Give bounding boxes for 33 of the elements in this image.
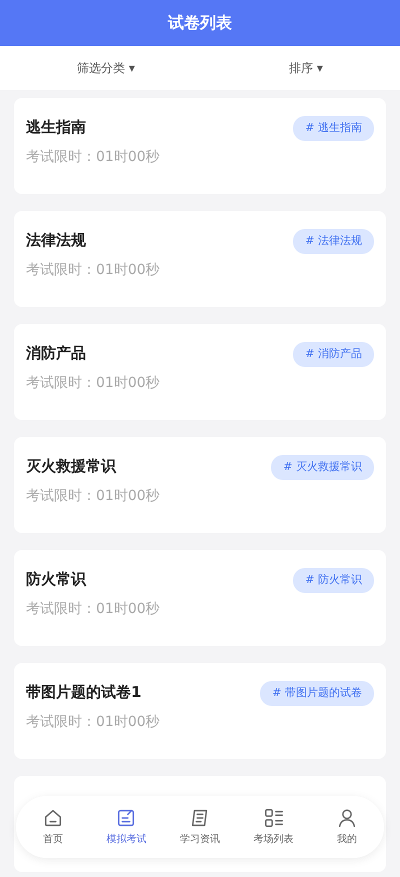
paper-card[interactable]: 防火常识 考试限时：01时00秒 # 防火常识 [14,550,386,646]
paper-title: 消防产品 [26,343,87,364]
tab-item[interactable]: 我的 [315,807,380,847]
tab-item[interactable]: 模拟考试 [94,807,158,847]
time-limit: 考试限时：01时00秒 [26,148,160,166]
tab-item[interactable]: 考场列表 [242,807,306,847]
page-title: 试卷列表 [168,12,232,34]
tab-item[interactable]: 学习资讯 [168,807,232,847]
paper-card[interactable]: 带图片题的试卷1 考试限时：01时00秒 # 带图片题的试卷 [14,663,386,759]
filter-dropdown[interactable]: 排序 ▾ [285,57,327,79]
category-tag: # 消防产品 [293,342,374,366]
time-limit: 考试限时：01时00秒 [26,600,160,618]
category-tag: # 灭火救援常识 [271,455,374,480]
category-tag: # 法律法规 [293,229,374,254]
paper-card[interactable]: 逃生指南 考试限时：01时00秒 # 逃生指南 [14,98,386,194]
paper-card[interactable]: 法律法规 考试限时：01时00秒 # 法律法规 [14,211,386,307]
paper-title: 逃生指南 [26,117,87,138]
time-limit: 考试限时：01时00秒 [26,260,160,280]
paper-card[interactable]: 消防产品 考试限时：01时00秒 # 消防产品 [14,324,386,420]
paper-card[interactable]: 灭火救援常识 考试限时：01时00秒 # 灭火救援常识 [14,437,386,533]
time-limit: 考试限时：01时00秒 [26,712,160,732]
category-tag: # 逃生指南 [293,116,374,140]
filter-dropdown[interactable]: 筛选分类 ▾ [73,57,139,79]
list-icon [262,807,285,829]
paper-title: 灭火救援常识 [26,456,118,477]
category-tag: # 带图片题的试卷 [260,681,374,706]
paper-title: 法律法规 [26,230,87,251]
paper-title: 带图片题的试卷1 [26,682,142,703]
time-limit: 考试限时：01时00秒 [26,486,160,506]
category-tag: # 防火常识 [293,568,374,592]
paper-title: 防火常识 [26,569,88,590]
time-limit: 考试限时：01时00秒 [26,374,160,392]
tab-item[interactable]: 首页 [20,807,85,847]
